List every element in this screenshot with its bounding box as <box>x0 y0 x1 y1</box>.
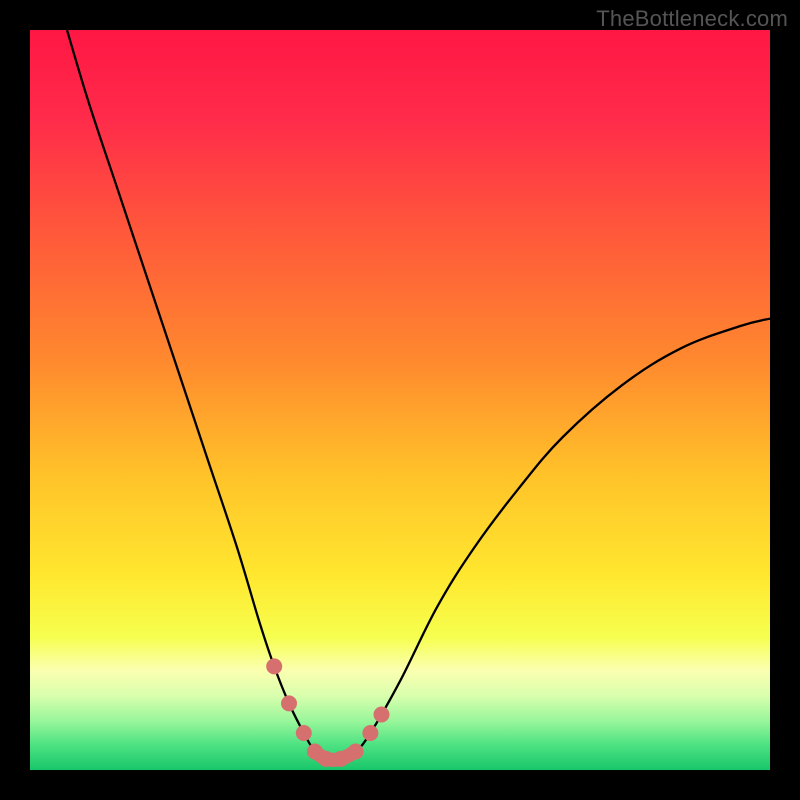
target-marker <box>296 725 312 741</box>
target-marker <box>362 725 378 741</box>
target-marker <box>266 658 282 674</box>
target-marker-group <box>266 658 389 767</box>
chart-frame: TheBottleneck.com <box>0 0 800 800</box>
target-marker <box>348 744 364 760</box>
curve-layer <box>30 30 770 770</box>
bottleneck-curve <box>67 30 770 760</box>
target-marker <box>333 751 349 767</box>
target-marker <box>281 695 297 711</box>
target-marker <box>318 751 334 767</box>
target-marker <box>374 707 390 723</box>
plot-area <box>30 30 770 770</box>
watermark-label: TheBottleneck.com <box>596 6 788 32</box>
